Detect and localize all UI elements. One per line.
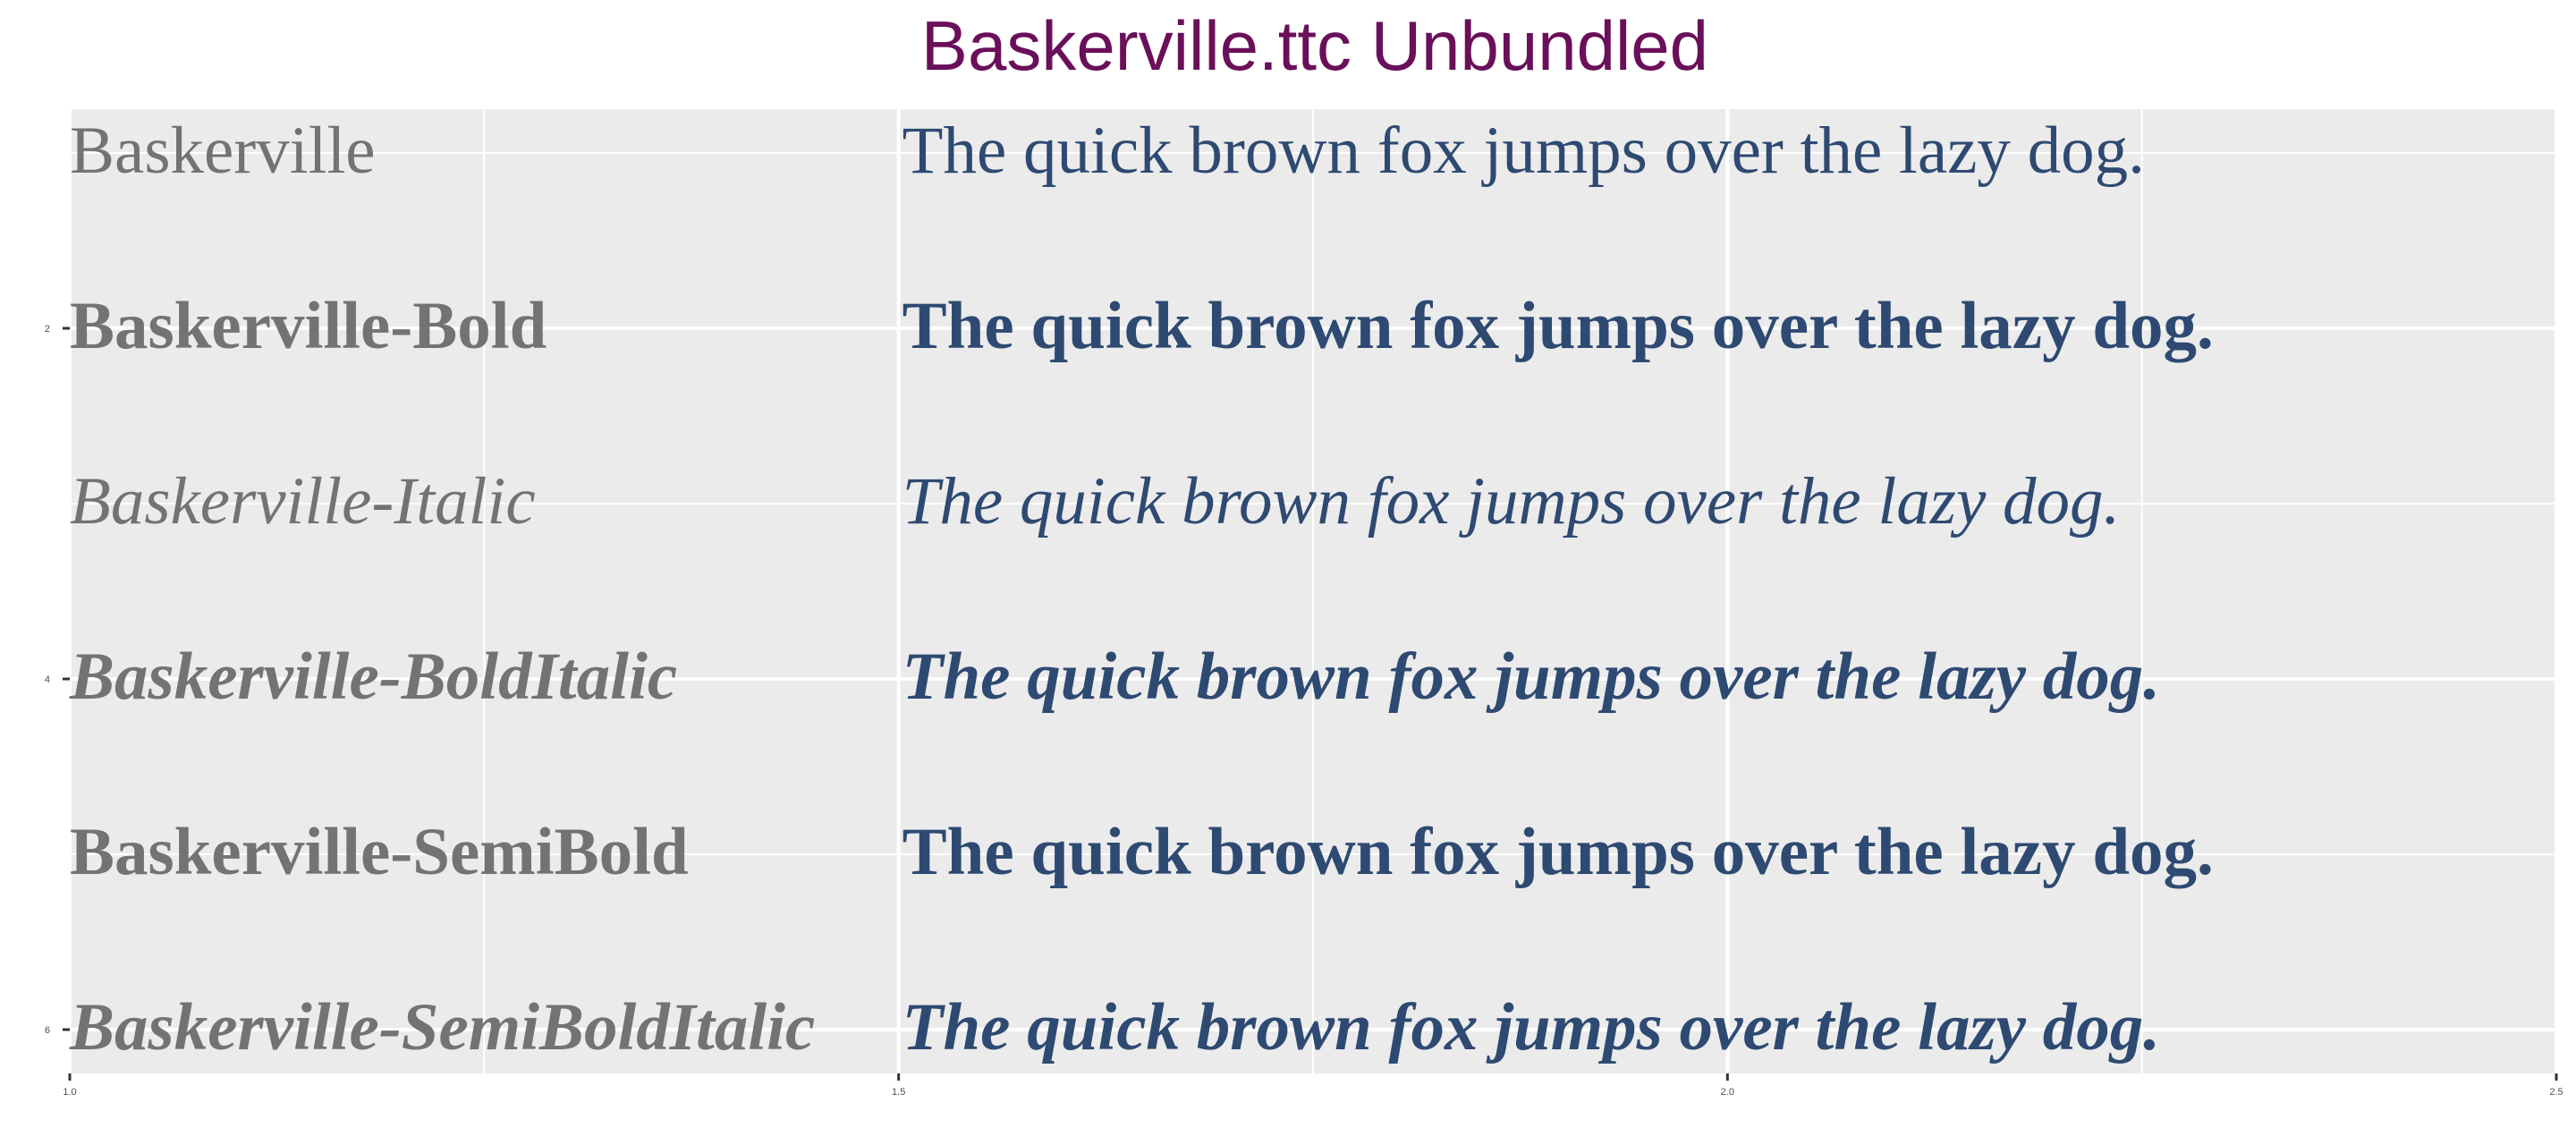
font-specimen-chart: Baskerville.ttc Unbundled 1.0 1.5 2.0 2.5 2 4… <box>45 6 2563 1098</box>
chart-title: Baskerville.ttc Unbundled <box>921 6 1708 85</box>
sample-text: The quick brown fox jumps over the lazy … <box>902 815 2214 889</box>
font-name-label: Baskerville-Italic <box>70 464 536 539</box>
font-name-label: Baskerville-SemiBoldItalic <box>69 990 815 1064</box>
x-tick-label: 1.0 <box>63 1087 76 1098</box>
x-tick-label: 2.0 <box>1721 1087 1734 1098</box>
y-tick-label: 2 <box>45 324 50 335</box>
sample-text: The quick brown fox jumps over the lazy … <box>902 114 2145 188</box>
sample-text: The quick brown fox jumps over the lazy … <box>902 464 2121 539</box>
font-name-label: Baskerville-BoldItalic <box>69 640 677 714</box>
sample-text: The quick brown fox jumps over the lazy … <box>902 289 2214 363</box>
sample-text: The quick brown fox jumps over the lazy … <box>902 640 2160 714</box>
x-tick-label: 2.5 <box>2549 1087 2563 1098</box>
font-name-label: Baskerville-Bold <box>70 289 547 363</box>
font-name-label: Baskerville <box>70 114 376 188</box>
y-tick-label: 4 <box>45 674 50 685</box>
x-tick-label: 1.5 <box>892 1087 905 1098</box>
sample-text: The quick brown fox jumps over the lazy … <box>902 990 2160 1064</box>
font-name-label: Baskerville-SemiBold <box>70 815 689 889</box>
y-tick-label: 6 <box>45 1025 50 1036</box>
